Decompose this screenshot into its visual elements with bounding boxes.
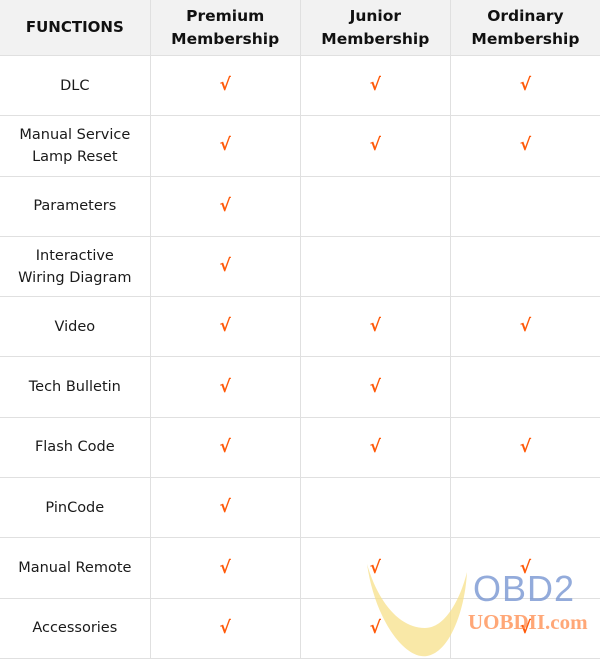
ordinary-cell [449, 235, 600, 298]
function-name: Manual Remote [0, 537, 151, 599]
check-icon: √ [219, 497, 231, 518]
header-ordinary: Ordinary Membership [449, 0, 600, 56]
table-row: Flash Code √ √ √ [0, 416, 600, 479]
check-icon: √ [219, 557, 231, 578]
function-name: Tech Bulletin [0, 356, 151, 418]
header-junior: Junior Membership [299, 0, 451, 56]
junior-cell: √ [299, 356, 451, 418]
table-row: Interactive Wiring Diagram √ [0, 235, 600, 298]
check-icon: √ [219, 436, 231, 457]
header-functions-label: FUNCTIONS [25, 18, 124, 36]
check-icon: √ [219, 617, 231, 638]
check-icon: √ [369, 135, 381, 156]
check-icon: √ [519, 135, 532, 156]
table-row: DLC √ √ √ [0, 54, 600, 117]
table-row: Accessories √ √ √ [0, 597, 600, 659]
header-premium: Premium Membership [149, 0, 301, 56]
check-icon: √ [519, 436, 532, 457]
junior-cell: √ [299, 296, 451, 358]
premium-cell: √ [149, 115, 301, 177]
junior-cell [299, 477, 451, 539]
premium-cell: √ [149, 416, 301, 479]
junior-cell: √ [299, 416, 451, 479]
function-name: PinCode [0, 477, 151, 539]
function-name: Flash Code [0, 416, 151, 479]
table-row: Manual Remote √ √ √ [0, 537, 600, 599]
check-icon: √ [219, 135, 231, 156]
premium-cell: √ [149, 175, 301, 237]
table-row: PinCode √ [0, 477, 600, 539]
table-row: Tech Bulletin √ √ [0, 356, 600, 418]
table-row: Parameters √ [0, 175, 600, 237]
premium-cell: √ [149, 296, 301, 358]
premium-cell: √ [149, 477, 301, 539]
ordinary-cell: √ [449, 115, 600, 177]
ordinary-cell: √ [449, 597, 600, 659]
header-premium-label: Premium Membership [171, 6, 280, 48]
check-icon: √ [219, 316, 231, 337]
function-name: Interactive Wiring Diagram [0, 235, 151, 298]
header-row: FUNCTIONS Premium Membership Junior Member… [0, 0, 600, 56]
junior-cell: √ [299, 597, 451, 659]
junior-cell [299, 175, 451, 237]
function-name: Accessories [0, 597, 151, 659]
premium-cell: √ [149, 537, 301, 599]
check-icon: √ [519, 316, 532, 337]
check-icon: √ [519, 617, 532, 638]
table-row: Manual Service Lamp Reset √ √ √ [0, 115, 600, 177]
junior-cell: √ [299, 537, 451, 599]
check-icon: √ [519, 75, 532, 96]
header-ordinary-label: Ordinary Membership [471, 6, 580, 48]
ordinary-cell: √ [449, 537, 600, 599]
check-icon: √ [369, 436, 381, 457]
header-functions: FUNCTIONS [0, 0, 151, 56]
junior-cell [299, 235, 451, 298]
junior-cell: √ [299, 115, 451, 177]
table-row: Video √ √ √ [0, 296, 600, 358]
ordinary-cell: √ [449, 54, 600, 117]
check-icon: √ [219, 376, 231, 397]
ordinary-cell: √ [449, 416, 600, 479]
premium-cell: √ [149, 54, 301, 117]
check-icon: √ [369, 376, 381, 397]
check-icon: √ [369, 75, 381, 96]
function-name: DLC [0, 54, 151, 117]
function-name: Parameters [0, 175, 151, 237]
ordinary-cell [449, 477, 600, 539]
function-name: Manual Service Lamp Reset [0, 115, 151, 177]
check-icon: √ [369, 557, 381, 578]
premium-cell: √ [149, 597, 301, 659]
check-icon: √ [369, 316, 381, 337]
premium-cell: √ [149, 235, 301, 298]
function-name: Video [0, 296, 151, 358]
check-icon: √ [219, 195, 231, 216]
header-junior-label: Junior Membership [321, 6, 430, 48]
check-icon: √ [219, 75, 231, 96]
check-icon: √ [219, 256, 231, 277]
check-icon: √ [519, 557, 532, 578]
premium-cell: √ [149, 356, 301, 418]
junior-cell: √ [299, 54, 451, 117]
ordinary-cell: √ [449, 296, 600, 358]
check-icon: √ [369, 617, 381, 638]
ordinary-cell [449, 175, 600, 237]
membership-comparison-table: FUNCTIONS Premium Membership Junior Member… [0, 0, 600, 659]
ordinary-cell [449, 356, 600, 418]
